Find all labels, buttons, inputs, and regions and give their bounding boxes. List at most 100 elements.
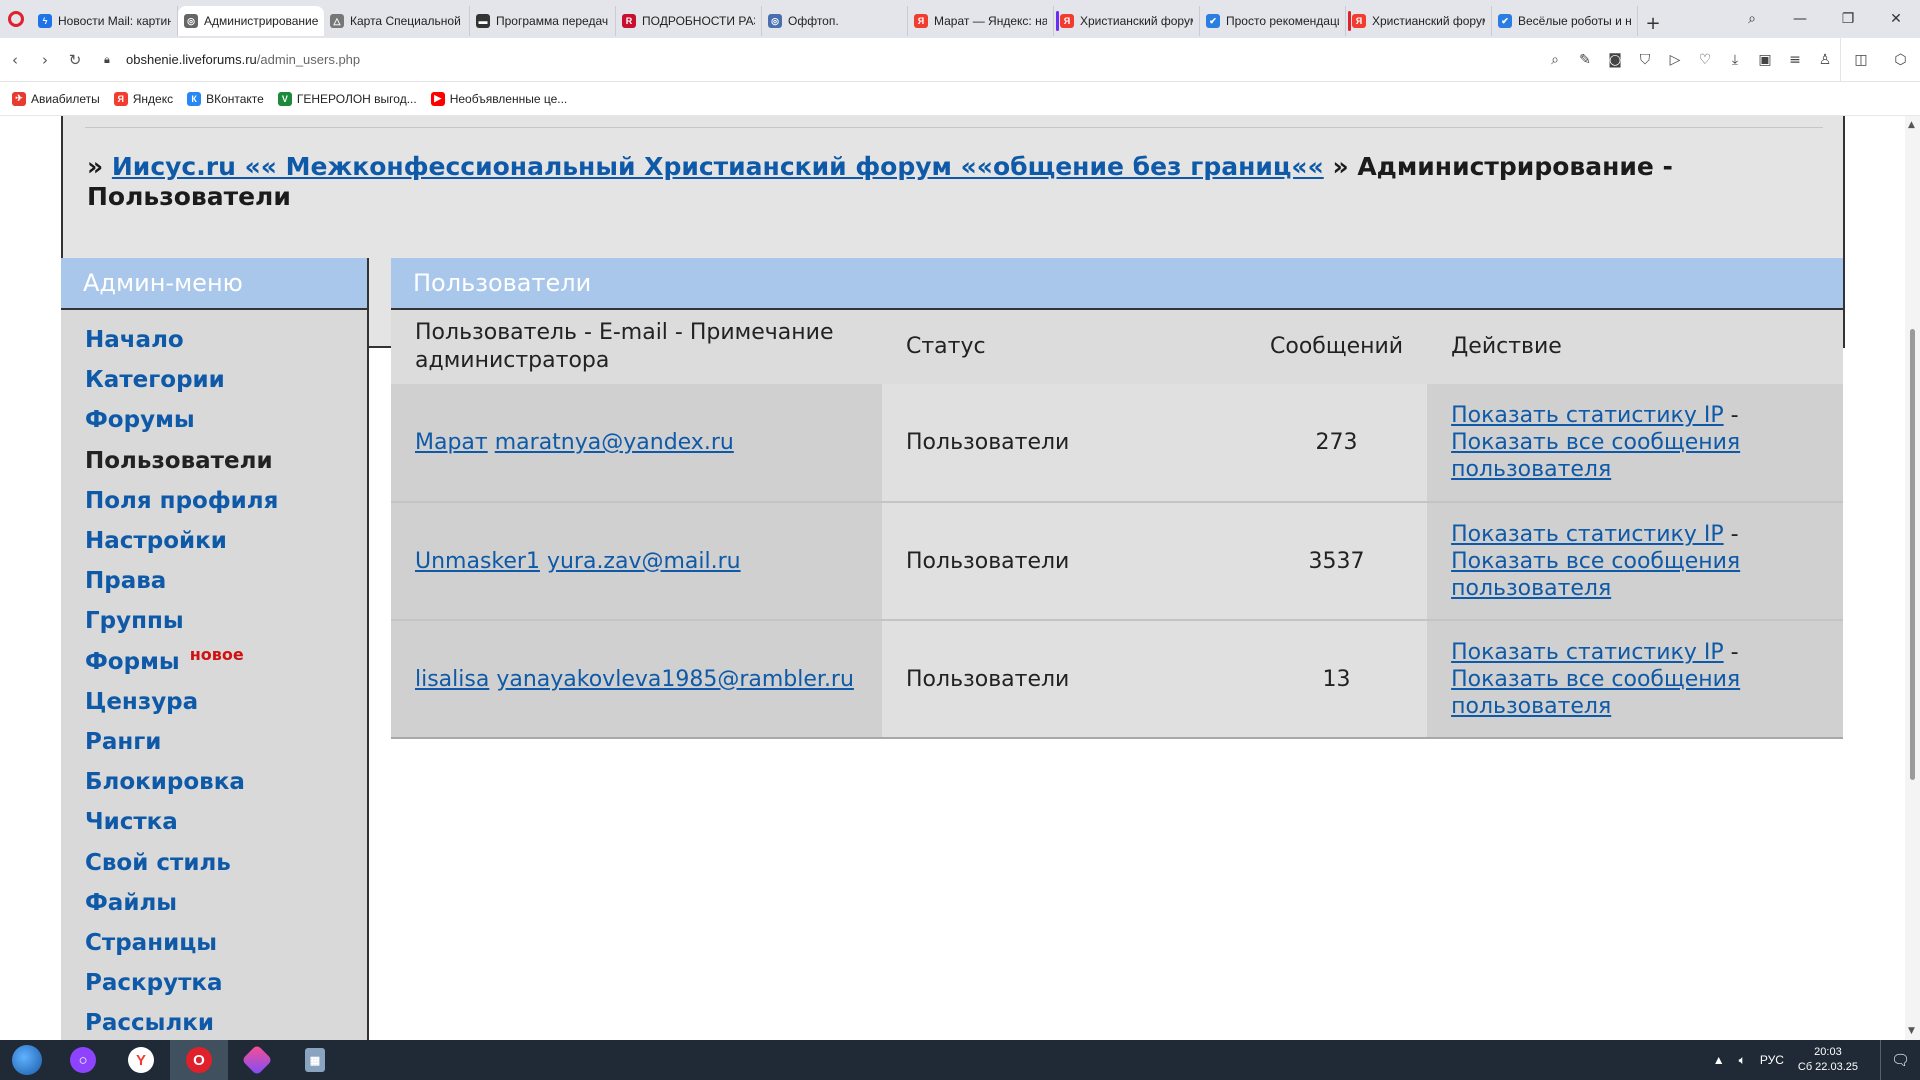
taskbar-app-calculator[interactable]: ▦ (286, 1040, 344, 1080)
admin-menu-item[interactable]: Поля профиля (61, 481, 367, 521)
tab-10[interactable]: Я Христианский форум (1346, 6, 1492, 36)
user-email-link[interactable]: yura.zav@mail.ru (547, 549, 741, 574)
restore-button[interactable]: ❐ (1824, 0, 1872, 38)
tab-1[interactable]: ϟ Новости Mail: картин (32, 6, 178, 36)
bookmark-label: Необъявленные це... (449, 91, 568, 106)
profile-icon[interactable]: ♙ (1810, 52, 1840, 68)
window-controls: ⌕ — ❐ ✕ (1728, 0, 1920, 38)
start-button[interactable] (0, 1040, 54, 1080)
bookmarks-bar: ✈ Авиабилеты Я Яндекс К ВКонтакте V ГЕНЕРОЛОН в… (0, 82, 1920, 116)
yandex-icon: Я (914, 14, 928, 28)
camera-icon[interactable]: ◙ (1600, 52, 1630, 68)
taskbar-app-alice[interactable]: ○ (54, 1040, 112, 1080)
tab-strip: ϟ Новости Mail: картин ◎ Администрирование … (32, 0, 1638, 38)
menu-icon[interactable]: ≡ (1780, 52, 1810, 68)
opera-menu-icon[interactable] (0, 0, 32, 38)
tab-2[interactable]: ◎ Администрирование - П (178, 6, 324, 36)
cell-posts: 3537 (1246, 502, 1428, 621)
user-name-link[interactable]: Unmasker1 (415, 549, 540, 574)
tab-9[interactable]: ✔ Просто рекомендаци (1200, 6, 1346, 36)
cube-icon[interactable]: ⬡ (1894, 52, 1906, 68)
admin-menu-item[interactable]: Категории (61, 360, 367, 400)
edit-icon[interactable]: ✎ (1570, 52, 1600, 68)
shield-icon[interactable]: ⛉ (1630, 52, 1660, 68)
new-tab-button[interactable]: + (1638, 8, 1668, 38)
show-ip-stats-link[interactable]: Показать статистику IP (1451, 403, 1724, 428)
tab-11[interactable]: ✔ Весёлые роботы и не (1492, 6, 1638, 36)
minimize-button[interactable]: — (1776, 0, 1824, 38)
taskbar-app-paint[interactable] (228, 1040, 286, 1080)
tab-3[interactable]: △ Карта Специальной в (324, 6, 470, 36)
admin-menu-item[interactable]: Файлы (61, 883, 367, 923)
admin-menu-item[interactable]: Настройки (61, 521, 367, 561)
admin-menu-item[interactable]: Ранги (61, 722, 367, 762)
zoom-icon[interactable]: ⌕ (1540, 52, 1570, 68)
close-window-button[interactable]: ✕ (1872, 0, 1920, 38)
admin-menu-item[interactable]: Права (61, 561, 367, 601)
reload-button[interactable]: ↻ (60, 45, 90, 75)
user-name-link[interactable]: Марат (415, 430, 488, 455)
forward-button[interactable]: › (30, 45, 60, 75)
tab-title: Христианский форум (1372, 14, 1485, 28)
admin-menu-item[interactable]: Страницы (61, 923, 367, 963)
bookmark-3[interactable]: К ВКонтакте (187, 91, 264, 106)
admin-menu-item[interactable]: Группы (61, 601, 367, 641)
admin-menu-item[interactable]: Свой стиль (61, 842, 367, 882)
admin-menu-item-label: Пользователи (85, 447, 273, 474)
admin-menu-item[interactable]: Пользователи (61, 441, 367, 481)
tray-expand-icon[interactable]: ▲ (1713, 1053, 1725, 1067)
show-user-posts-link[interactable]: Показать все сообщения пользователя (1451, 549, 1740, 601)
show-user-posts-link[interactable]: Показать все сообщения пользователя (1451, 430, 1740, 482)
search-tabs-icon[interactable]: ⌕ (1728, 0, 1776, 38)
tab-5[interactable]: R ПОДРОБНОСТИ РАЗГ (616, 6, 762, 36)
url-field[interactable]: 🔒︎ obshenie.liveforums.ru/admin_users.ph… (104, 52, 360, 67)
admin-menu-item[interactable]: Форумы (61, 400, 367, 440)
bookmark-4[interactable]: V ГЕНЕРОЛОН выгод... (277, 91, 417, 106)
taskbar-app-yandex[interactable]: Y (112, 1040, 170, 1080)
show-ip-stats-link[interactable]: Показать статистику IP (1451, 522, 1724, 547)
tab-8[interactable]: Я Христианский форум (1054, 6, 1200, 36)
table-row: Марат maratnya@yandex.ru Пользователи 273 П… (391, 384, 1843, 503)
breadcrumb-forum-link[interactable]: Иисус.ru «« Межконфессиональный Христиан… (112, 152, 1324, 181)
scroll-up-icon[interactable]: ▲ (1908, 120, 1915, 130)
divider (85, 127, 1823, 128)
admin-menu-item[interactable]: Блокировка (61, 762, 367, 802)
bookmark-1[interactable]: ✈ Авиабилеты (12, 91, 100, 106)
clock[interactable]: 20:03 Сб 22.03.25 (1798, 1045, 1858, 1075)
player-icon[interactable]: ▣ (1750, 52, 1780, 68)
bookmark-5[interactable]: ▶ Необъявленные це... (430, 91, 568, 106)
users-table: Пользователь - E-mail - Примечание админ… (391, 310, 1843, 739)
tab-4[interactable]: ▬ Программа передач (470, 6, 616, 36)
play-icon[interactable]: ▷ (1660, 52, 1690, 68)
download-icon[interactable]: ⤓ (1720, 52, 1750, 68)
scroll-down-icon[interactable]: ▼ (1908, 1026, 1915, 1036)
user-name-link[interactable]: lisalisa (415, 667, 489, 692)
windows-logo-icon (12, 1045, 42, 1075)
admin-menu-item[interactable]: Рассылки (61, 1003, 367, 1040)
cell-user: Марат maratnya@yandex.ru (391, 384, 882, 503)
show-ip-stats-link[interactable]: Показать статистику IP (1451, 640, 1724, 665)
breadcrumb-sep: » (87, 152, 104, 181)
page-scrollbar[interactable]: ▲ ▼ (1905, 116, 1920, 1040)
heart-icon[interactable]: ♡ (1690, 52, 1720, 68)
back-button[interactable]: ‹ (0, 45, 30, 75)
notifications-icon[interactable]: 🗨︎ (1880, 1040, 1920, 1080)
check-icon: ✔ (1498, 14, 1512, 28)
scrollbar-thumb[interactable] (1910, 329, 1915, 780)
admin-menu-item[interactable]: Чистка (61, 802, 367, 842)
admin-menu-item-label: Рассылки (85, 1010, 215, 1037)
user-email-link[interactable]: maratnya@yandex.ru (495, 430, 734, 455)
show-user-posts-link[interactable]: Показать все сообщения пользователя (1451, 667, 1740, 719)
volume-icon[interactable]: 🔈︎ (1739, 1053, 1746, 1068)
extensions-icon[interactable]: ◫ (1854, 52, 1867, 68)
tab-6[interactable]: ◎ Оффтоп. (762, 6, 908, 36)
admin-menu-item[interactable]: Начало (61, 320, 367, 360)
user-email-link[interactable]: yanayakovleva1985@rambler.ru (496, 667, 854, 692)
admin-menu-item[interactable]: Формы новое (61, 642, 367, 682)
tab-7[interactable]: Я Марат — Яндекс: нац (908, 6, 1054, 36)
admin-menu-item[interactable]: Цензура (61, 682, 367, 722)
language-indicator[interactable]: РУС (1760, 1053, 1784, 1067)
taskbar-app-opera[interactable]: O (170, 1040, 228, 1080)
admin-menu-item[interactable]: Раскрутка (61, 963, 367, 1003)
bookmark-2[interactable]: Я Яндекс (113, 91, 173, 106)
